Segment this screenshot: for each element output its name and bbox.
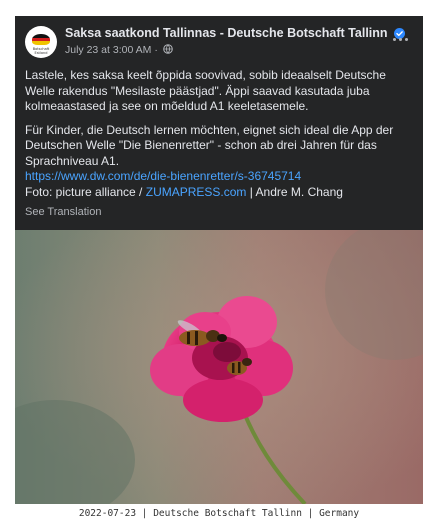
avatar-caption: Botschaft Estland <box>32 47 50 55</box>
zumapress-link[interactable]: ZUMAPRESS.com <box>146 185 247 199</box>
photo-credit-suffix: | Andre M. Chang <box>246 184 343 199</box>
bee-rose-photo <box>15 220 423 504</box>
image-caption: 2022-07-23 | Deutsche Botschaft Tallinn … <box>78 508 360 519</box>
post-meta: July 23 at 3:00 AM · <box>65 44 173 57</box>
post-body: Lastele, kes saksa keelt õppida soovivad… <box>25 68 415 208</box>
photo-credit-prefix: Foto: picture alliance / <box>25 184 146 199</box>
meta-separator: · <box>154 44 161 56</box>
see-translation-button[interactable]: See Translation <box>25 206 101 218</box>
german-flag-logo <box>32 34 50 45</box>
post-timestamp[interactable]: July 23 at 3:00 AM <box>65 44 151 56</box>
post-paragraph-german: Für Kinder, die Deutsch lernen möchten, … <box>25 123 415 201</box>
page-name: Saksa saatkond Tallinnas - Deutsche Bots… <box>65 26 388 40</box>
facebook-post-card: Botschaft Estland Saksa saatkond Tallinn… <box>15 16 423 504</box>
post-header: Botschaft Estland Saksa saatkond Tallinn… <box>15 16 423 68</box>
post-photo[interactable] <box>15 220 423 504</box>
page-avatar[interactable]: Botschaft Estland <box>25 26 57 58</box>
german-text: Für Kinder, die Deutsch lernen möchten, … <box>25 122 394 168</box>
post-paragraph-estonian: Lastele, kes saksa keelt õppida soovivad… <box>25 68 386 113</box>
more-options-button[interactable] <box>391 34 411 46</box>
dw-link[interactable]: https://www.dw.com/de/die-bienenretter/s… <box>25 169 301 183</box>
page-name-link[interactable]: Saksa saatkond Tallinnas - Deutsche Bots… <box>65 26 406 42</box>
globe-icon <box>162 44 173 57</box>
